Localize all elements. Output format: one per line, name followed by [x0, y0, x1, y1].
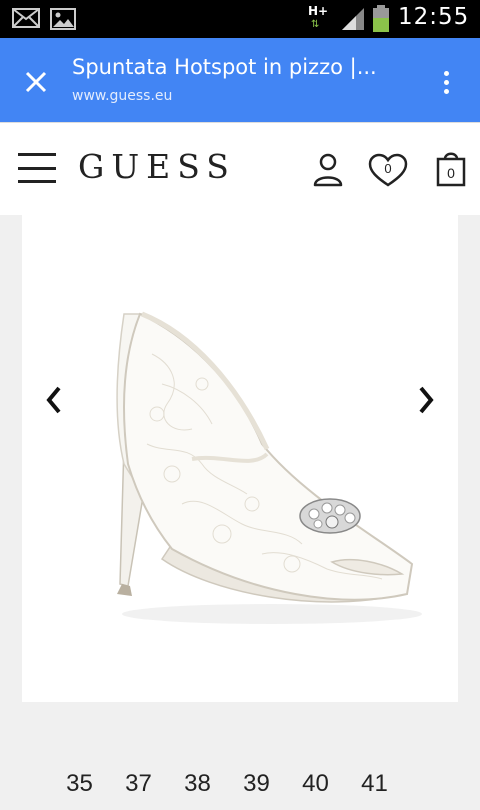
size-option[interactable]: 40	[286, 770, 345, 810]
size-option[interactable]: 38	[168, 770, 227, 810]
page-url: www.guess.eu	[72, 88, 173, 104]
brooch	[299, 498, 361, 534]
account-button[interactable]	[312, 153, 344, 191]
cart-count: 0	[447, 165, 455, 181]
shopping-bag-icon: 0	[436, 152, 466, 187]
signal-icon	[340, 7, 366, 35]
mail-icon	[12, 8, 40, 32]
brand-logo[interactable]: GUESS	[78, 147, 236, 186]
hamburger-line	[18, 153, 56, 156]
product-image[interactable]	[62, 294, 422, 634]
network-icon: H+ ⇅	[305, 4, 333, 34]
size-option[interactable]: 35	[50, 770, 109, 810]
browser-toolbar: Spuntata Hotspot in pizzo |... www.guess…	[0, 38, 480, 122]
size-selector: 35 37 38 39 40 41	[50, 770, 404, 810]
hamburger-line	[18, 166, 56, 170]
chevron-right-icon	[419, 386, 434, 414]
network-type: H+	[308, 4, 329, 18]
wishlist-button[interactable]: 0	[368, 153, 408, 191]
menu-dot	[443, 88, 449, 94]
page-title: Spuntata Hotspot in pizzo |...	[72, 55, 377, 79]
gallery-icon	[50, 8, 76, 34]
hamburger-menu-button[interactable]	[18, 153, 56, 183]
data-arrows-icon: ⇅	[311, 19, 320, 30]
site-header: GUESS 0 0	[0, 122, 480, 215]
product-gallery	[22, 214, 458, 702]
next-image-button[interactable]	[414, 382, 438, 418]
menu-dot	[443, 79, 449, 85]
close-button[interactable]	[16, 62, 56, 102]
close-icon	[25, 71, 47, 93]
chevron-left-icon	[46, 386, 61, 414]
size-option[interactable]: 41	[345, 770, 404, 810]
heart-icon: 0	[368, 153, 408, 187]
clock: 12:55	[398, 4, 470, 30]
size-option[interactable]: 37	[109, 770, 168, 810]
user-icon	[313, 153, 343, 187]
status-bar: H+ ⇅ 12:55	[0, 0, 480, 38]
menu-dot	[443, 70, 449, 76]
overflow-menu-button[interactable]	[430, 62, 462, 102]
cart-button[interactable]: 0	[436, 149, 466, 191]
battery-icon	[372, 5, 390, 37]
hamburger-line	[18, 180, 56, 183]
size-option[interactable]: 39	[227, 770, 286, 810]
wishlist-count: 0	[384, 161, 391, 176]
